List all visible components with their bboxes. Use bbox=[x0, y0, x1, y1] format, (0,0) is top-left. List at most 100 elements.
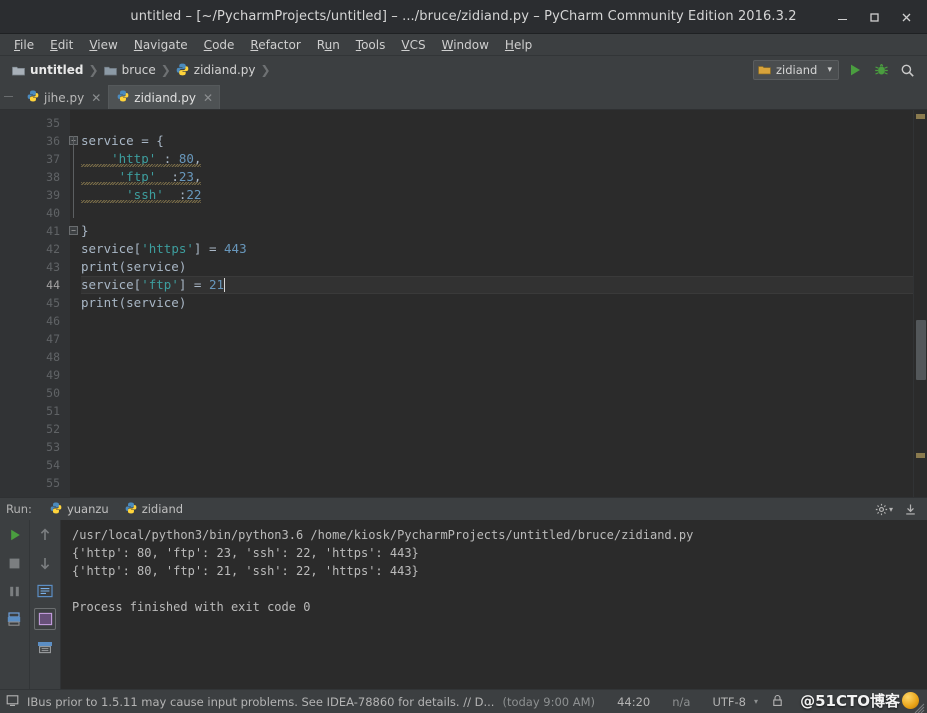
ide-message-icon[interactable] bbox=[6, 692, 19, 711]
code-token: ] = bbox=[178, 277, 209, 292]
code-token: 'ftp' bbox=[141, 277, 179, 292]
run-configuration-label: zidiand bbox=[776, 63, 818, 77]
line-number: 45 bbox=[46, 296, 60, 310]
warning-marker[interactable] bbox=[916, 453, 925, 458]
code-line[interactable] bbox=[81, 402, 913, 420]
code-line[interactable] bbox=[81, 330, 913, 348]
code-line[interactable] bbox=[81, 420, 913, 438]
menu-tools[interactable]: Tools bbox=[348, 35, 394, 55]
code-token: 21 bbox=[208, 277, 225, 292]
code-line[interactable]: print(service) bbox=[81, 258, 913, 276]
menu-refactor[interactable]: Refactor bbox=[242, 35, 308, 55]
code-line[interactable]: 'http' : 80, bbox=[81, 150, 913, 168]
code-line[interactable] bbox=[81, 366, 913, 384]
line-number: 50 bbox=[46, 386, 60, 400]
stop-icon[interactable] bbox=[4, 552, 26, 574]
code-token: 443 bbox=[224, 241, 247, 256]
warning-marker[interactable] bbox=[916, 114, 925, 119]
code-line[interactable]: service = { bbox=[81, 132, 913, 150]
line-number: 37 bbox=[46, 152, 60, 166]
scroll-to-end-icon[interactable] bbox=[34, 608, 56, 630]
soft-wrap-icon[interactable] bbox=[34, 580, 56, 602]
line-number: 35 bbox=[46, 116, 60, 130]
menu-file[interactable]: File bbox=[6, 35, 42, 55]
code-line[interactable] bbox=[81, 114, 913, 132]
breadcrumb-item-project[interactable]: untitled bbox=[8, 61, 88, 80]
code-line[interactable]: 'ftp' :23, bbox=[81, 168, 913, 186]
code-line[interactable]: service['https'] = 443 bbox=[81, 240, 913, 258]
run-configuration-selector[interactable]: zidiand ▾ bbox=[753, 60, 839, 80]
breadcrumb-item-folder[interactable]: bruce bbox=[100, 61, 160, 80]
menu-run[interactable]: Run bbox=[309, 35, 348, 55]
run-tool-header: Run: yuanzu zidiand ▾ bbox=[0, 498, 927, 520]
resize-gripper[interactable] bbox=[913, 699, 925, 713]
menu-code[interactable]: Code bbox=[196, 35, 243, 55]
encoding-chevron-down-icon[interactable]: ▾ bbox=[754, 697, 758, 706]
up-arrow-icon[interactable] bbox=[34, 524, 56, 546]
python-run-icon bbox=[50, 502, 62, 517]
status-message[interactable]: IBus prior to 1.5.11 may cause input pro… bbox=[27, 695, 494, 709]
run-tool-body: » bbox=[0, 520, 927, 713]
code-line[interactable] bbox=[81, 384, 913, 402]
code-line[interactable] bbox=[81, 474, 913, 492]
chevron-down-icon[interactable]: ▾ bbox=[827, 65, 832, 75]
code-line[interactable]: } bbox=[81, 222, 913, 240]
console-line: {'http': 80, 'ftp': 23, 'ssh': 22, 'http… bbox=[72, 546, 419, 560]
gear-icon[interactable]: ▾ bbox=[873, 498, 895, 520]
editor-tab-bar: jihe.py ✕ zidiand.py ✕ bbox=[0, 84, 927, 110]
down-arrow-icon[interactable] bbox=[34, 552, 56, 574]
lock-icon[interactable] bbox=[766, 692, 783, 711]
code-line[interactable]: 'ssh' :22 bbox=[81, 186, 913, 204]
pause-icon[interactable] bbox=[4, 580, 26, 602]
menu-vcs[interactable]: VCS bbox=[393, 35, 433, 55]
code-line[interactable]: print(service) bbox=[81, 294, 913, 312]
breadcrumb-label: zidiand.py bbox=[193, 63, 256, 77]
line-number: 53 bbox=[46, 440, 60, 454]
breadcrumb-separator: ❯ bbox=[260, 63, 271, 77]
code-line[interactable] bbox=[81, 348, 913, 366]
editor-scrollbar-thumb[interactable] bbox=[916, 320, 926, 380]
marker-gutter[interactable] bbox=[913, 110, 927, 497]
line-number-gutter[interactable]: 35 36− 37 38 39 40 41− 42 43 44 45 46 47 48 49 50 51 52 53… bbox=[0, 110, 78, 497]
line-number: 55 bbox=[46, 476, 60, 490]
close-icon[interactable]: ✕ bbox=[203, 92, 213, 104]
line-number: 36− bbox=[0, 132, 78, 150]
code-line[interactable]: service['ftp'] = 21 bbox=[81, 276, 913, 294]
run-tab-zidiand[interactable]: zidiand bbox=[117, 499, 191, 519]
run-label: Run: bbox=[6, 502, 32, 516]
editor-tab-zidiand[interactable]: zidiand.py ✕ bbox=[108, 85, 221, 109]
close-icon[interactable]: ✕ bbox=[91, 92, 101, 104]
close-button[interactable] bbox=[891, 4, 921, 30]
menu-bar: File Edit View Navigate Code Refactor Ru… bbox=[0, 34, 927, 56]
code-line[interactable] bbox=[81, 456, 913, 474]
console-output[interactable]: /usr/local/python3/bin/python3.6 /home/k… bbox=[60, 520, 927, 689]
debug-icon[interactable] bbox=[871, 60, 891, 80]
rerun-icon[interactable] bbox=[4, 524, 26, 546]
code-line[interactable] bbox=[81, 204, 913, 222]
maximize-button[interactable] bbox=[859, 4, 889, 30]
code-line[interactable] bbox=[81, 438, 913, 456]
menu-window[interactable]: Window bbox=[434, 35, 497, 55]
hide-panel-icon[interactable] bbox=[899, 498, 921, 520]
caret-position[interactable]: 44:20 bbox=[603, 695, 650, 709]
menu-view[interactable]: View bbox=[81, 35, 125, 55]
breadcrumb-item-file[interactable]: zidiand.py bbox=[172, 61, 260, 80]
line-separator[interactable]: n/a bbox=[658, 695, 690, 709]
breadcrumb-label: bruce bbox=[121, 63, 156, 77]
run-tab-yuanzu[interactable]: yuanzu bbox=[42, 499, 117, 519]
code-content[interactable]: service = { 'http' : 80, 'ftp' :23, 'ssh… bbox=[70, 110, 913, 497]
editor-tab-jihe[interactable]: jihe.py ✕ bbox=[18, 85, 109, 109]
minimize-button[interactable] bbox=[827, 4, 857, 30]
line-number: 41− bbox=[0, 222, 78, 240]
code-token: print(service) bbox=[81, 295, 187, 310]
search-icon[interactable] bbox=[897, 60, 917, 80]
status-timestamp: (today 9:00 AM) bbox=[502, 694, 596, 709]
menu-help[interactable]: Help bbox=[497, 35, 540, 55]
menu-navigate[interactable]: Navigate bbox=[126, 35, 196, 55]
menu-edit[interactable]: Edit bbox=[42, 35, 81, 55]
print-icon[interactable] bbox=[4, 608, 26, 630]
encoding-label[interactable]: UTF-8 bbox=[698, 695, 746, 709]
clear-all-icon[interactable] bbox=[34, 636, 56, 658]
code-line[interactable] bbox=[81, 312, 913, 330]
run-icon[interactable] bbox=[845, 60, 865, 80]
